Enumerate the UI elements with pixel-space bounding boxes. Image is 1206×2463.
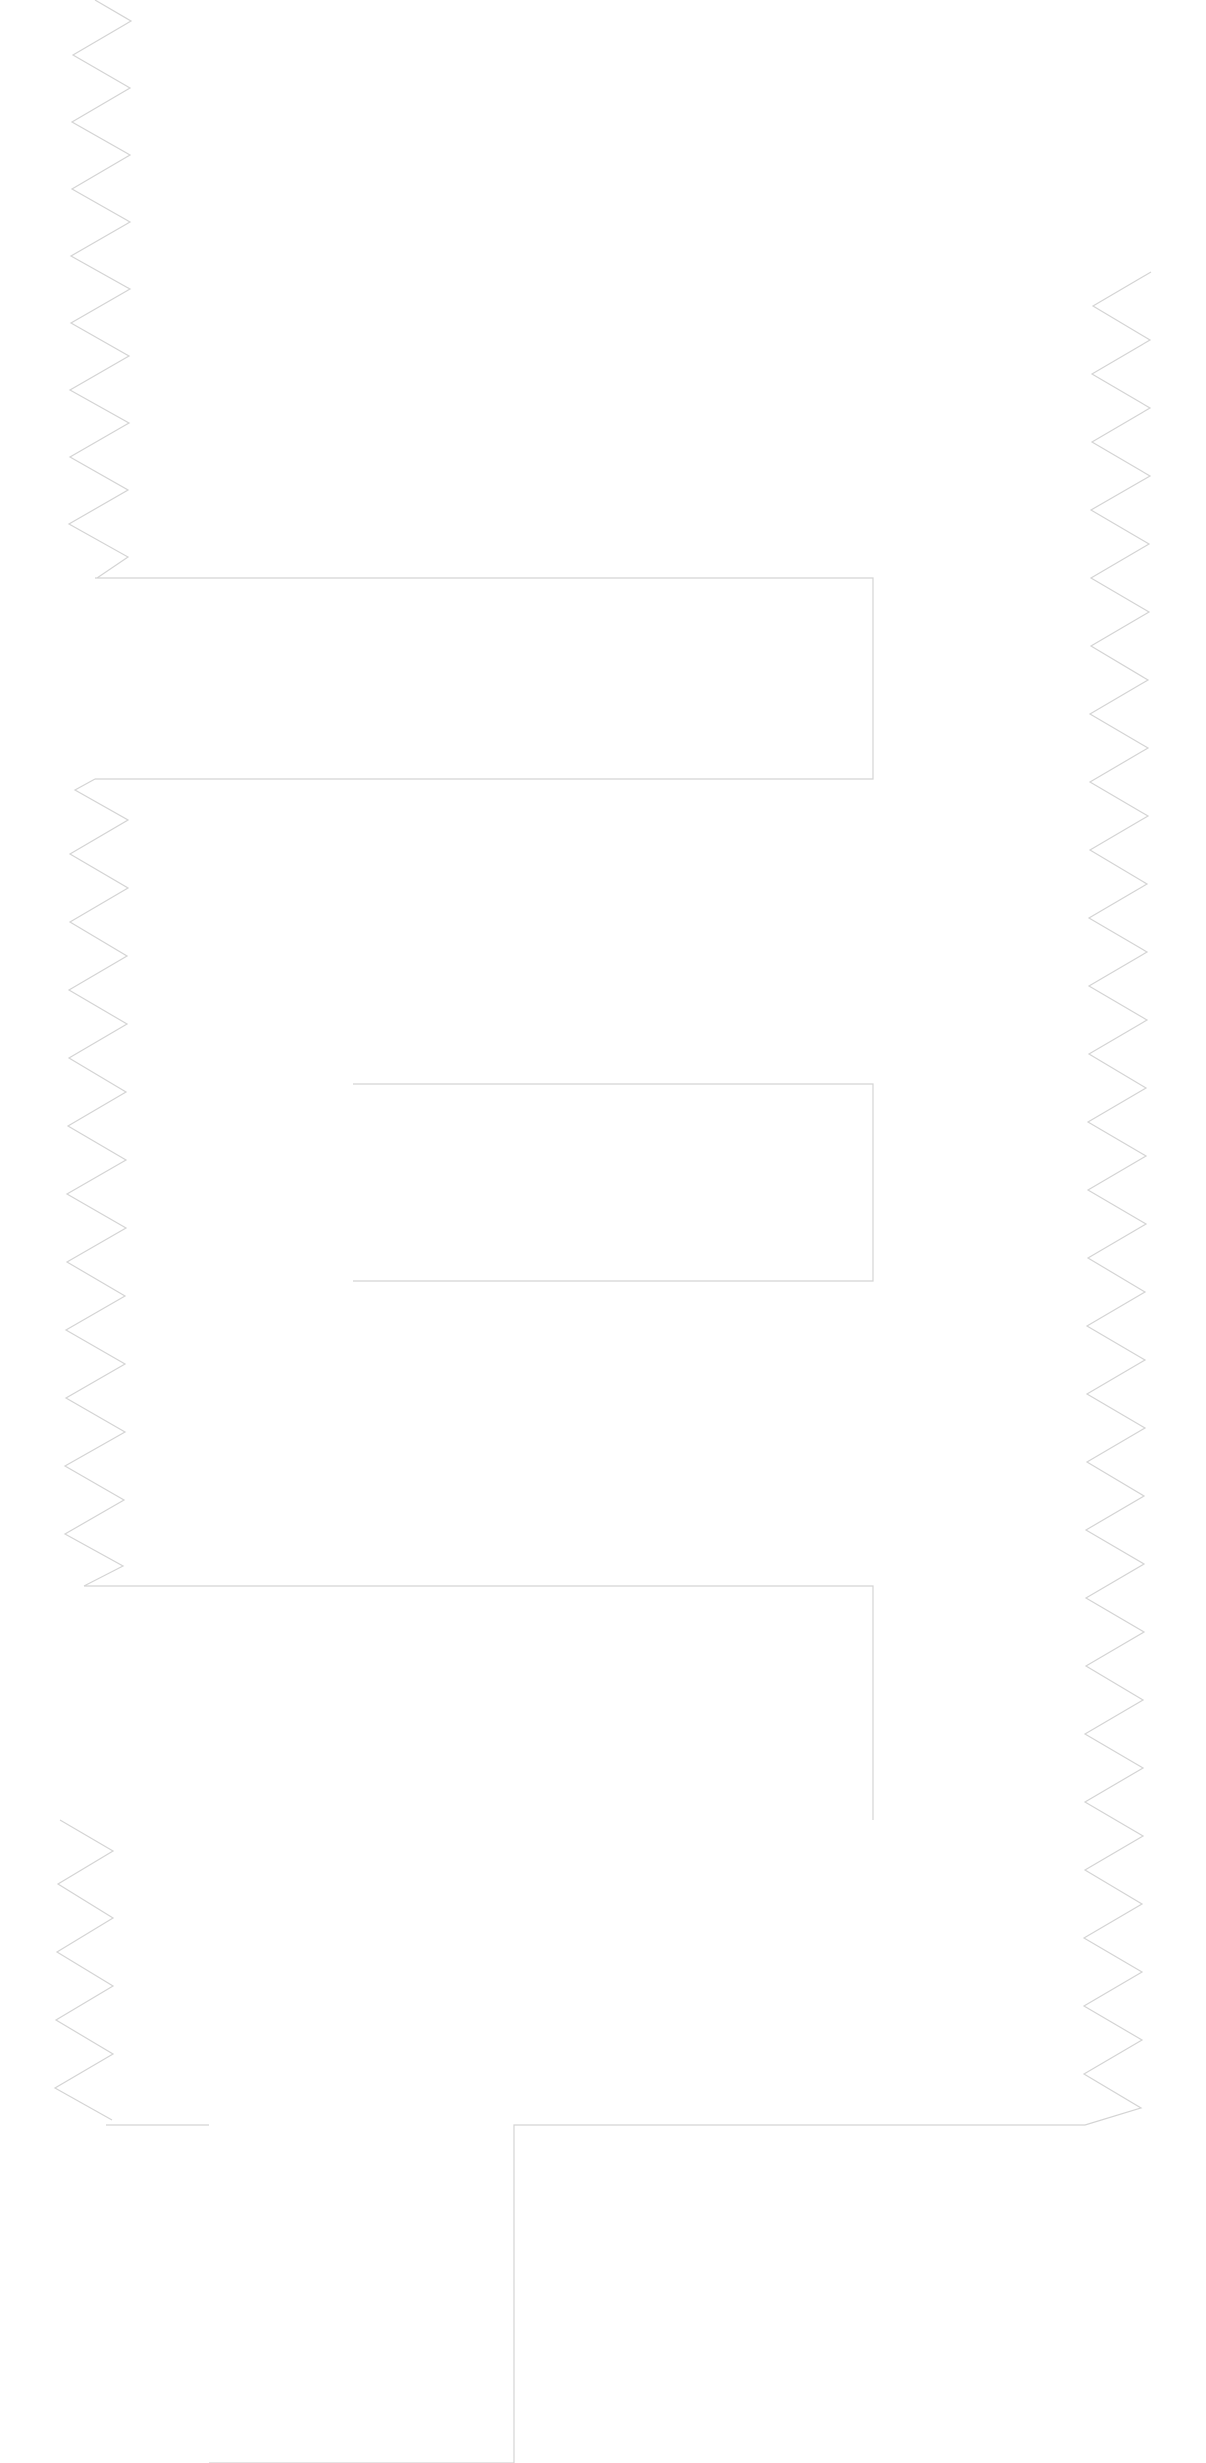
wall-segment-2 <box>353 1083 874 1282</box>
wall-segment-3 <box>84 1585 874 1820</box>
left-zigzag-top <box>67 0 133 579</box>
wall-segment-1 <box>95 577 874 780</box>
wall-outline-svg <box>53 0 1152 2463</box>
left-zigzag-middle <box>63 778 130 1587</box>
wall-segment-5 <box>209 2124 1085 2463</box>
left-zigzag-bottom <box>53 1819 115 2121</box>
right-zigzag <box>1082 271 1152 2126</box>
diagram-canvas <box>0 0 1206 2463</box>
